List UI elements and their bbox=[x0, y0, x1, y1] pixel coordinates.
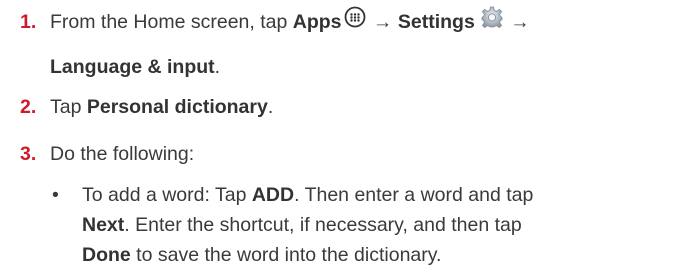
step-number: 3. bbox=[20, 143, 37, 165]
add-label: ADD bbox=[251, 184, 295, 206]
bullet-line: Done to save the word into the dictionar… bbox=[82, 240, 533, 270]
settings-label: Settings bbox=[397, 11, 475, 33]
personal-dictionary-label: Personal dictionary bbox=[86, 96, 268, 118]
step-number: 1. bbox=[20, 11, 37, 33]
step-content: Tap Personal dictionary. bbox=[50, 90, 273, 124]
step-punctuation: . bbox=[267, 96, 274, 118]
bullet-text: To add a word: Tap bbox=[82, 184, 252, 206]
arrow-text: → bbox=[367, 11, 398, 33]
step-number: 2. bbox=[20, 96, 37, 118]
step-line: Language & input. bbox=[50, 50, 530, 84]
step-content: Do the following: bbox=[50, 137, 194, 171]
step-line: Tap Personal dictionary. bbox=[50, 90, 273, 124]
step-text: Tap bbox=[50, 96, 87, 118]
step-punctuation: . bbox=[214, 55, 221, 78]
settings-gear-icon bbox=[481, 5, 503, 39]
instruction-page: 1. From the Home screen, tap Apps → Sett… bbox=[0, 0, 675, 268]
bullet-content: To add a word: Tap ADD. Then enter a wor… bbox=[82, 180, 533, 270]
arrow-text: → bbox=[504, 11, 530, 33]
bullet-text: to save the word into the dictionary. bbox=[130, 244, 442, 266]
next-label: Next bbox=[82, 214, 125, 236]
apps-label: Apps bbox=[292, 11, 342, 33]
step-content: From the Home screen, tap Apps → Setting… bbox=[50, 5, 530, 84]
bullet-symbol: • bbox=[52, 184, 59, 206]
apps-grid-icon bbox=[344, 5, 366, 39]
step-text: Do the following: bbox=[50, 143, 195, 165]
bullet-text: . Then enter a word and tap bbox=[294, 184, 534, 206]
language-label: Language & input bbox=[50, 55, 215, 78]
bullet-line: Next. Enter the shortcut, if necessary, … bbox=[82, 210, 533, 240]
bullet-text: . Enter the shortcut, if necessary, and … bbox=[124, 214, 522, 236]
step-text: From the Home screen, tap bbox=[50, 11, 293, 33]
done-label: Done bbox=[82, 244, 131, 266]
step-line: From the Home screen, tap Apps → Setting… bbox=[50, 5, 530, 40]
bullet-line: To add a word: Tap ADD. Then enter a wor… bbox=[82, 180, 533, 210]
